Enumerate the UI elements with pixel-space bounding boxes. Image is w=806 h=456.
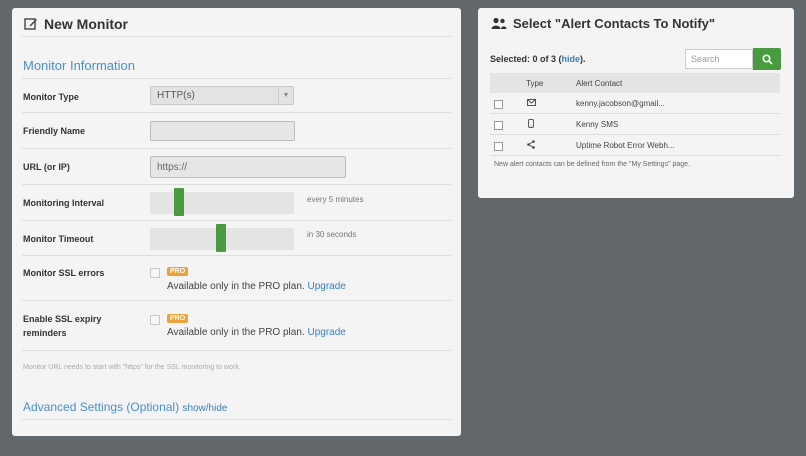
divider (22, 419, 451, 420)
email-icon (527, 99, 536, 106)
alert-contacts-panel: Select "Alert Contacts To Notify" Select… (478, 8, 794, 198)
ssl-expiry-label-line2: reminders (23, 328, 67, 338)
users-icon (491, 17, 507, 29)
contact-checkbox[interactable] (494, 142, 503, 151)
monitor-timeout-label: Monitor Timeout (23, 234, 94, 244)
footer-note: New alert contacts can be defined from t… (494, 161, 691, 168)
monitoring-interval-label: Monitoring Interval (23, 198, 104, 208)
friendly-name-label: Friendly Name (23, 126, 86, 136)
contact-name: Uptime Robot Error Webh... (576, 141, 675, 150)
slider-handle[interactable] (174, 188, 184, 216)
alert-contacts-title-text: Select "Alert Contacts To Notify" (513, 16, 716, 31)
panel-title: New Monitor (24, 16, 128, 32)
monitor-timeout-slider[interactable] (150, 224, 294, 252)
selected-prefix: Selected: 0 of 3 ( (490, 54, 562, 64)
upgrade-link[interactable]: Upgrade (307, 327, 345, 338)
alert-contacts-title: Select "Alert Contacts To Notify" (491, 16, 715, 31)
divider (22, 350, 451, 351)
table-row[interactable]: Kenny SMS (490, 114, 780, 135)
show-hide-link[interactable]: show/hide (182, 403, 227, 414)
section-title: Monitor Information (23, 58, 135, 73)
alert-contacts-table: Type Alert Contact kenny.jacobson@gmail.… (490, 73, 780, 156)
divider (22, 300, 451, 301)
monitor-type-value: HTTP(s) (157, 90, 195, 101)
contact-checkbox[interactable] (494, 100, 503, 109)
ssl-errors-availability: Available only in the PRO plan. Upgrade (167, 281, 346, 292)
hide-link[interactable]: hide (562, 54, 581, 64)
table-row[interactable]: kenny.jacobson@gmail... (490, 93, 780, 114)
mobile-icon (528, 119, 534, 128)
divider (22, 184, 451, 185)
divider (22, 112, 451, 113)
chevron-down-icon: ▼ (278, 87, 293, 104)
divider (22, 36, 451, 37)
divider (22, 148, 451, 149)
selected-suffix: ). (580, 54, 586, 64)
column-contact: Alert Contact (576, 79, 623, 88)
ssl-errors-label: Monitor SSL errors (23, 268, 105, 278)
search-icon (761, 53, 773, 65)
ssl-expiry-availability: Available only in the PRO plan. Upgrade (167, 327, 346, 338)
ssl-expiry-label: Enable SSL expiry reminders (23, 312, 101, 340)
contact-checkbox[interactable] (494, 121, 503, 130)
new-monitor-panel: New Monitor Monitor Information Monitor … (12, 8, 461, 436)
divider (22, 78, 451, 79)
selected-count: Selected: 0 of 3 (hide). (490, 54, 586, 64)
ssl-expiry-label-line1: Enable SSL expiry (23, 314, 102, 324)
contact-name: Kenny SMS (576, 120, 619, 129)
search-input[interactable]: Search (685, 49, 753, 69)
slider-handle[interactable] (216, 224, 226, 252)
friendly-name-input[interactable] (150, 121, 295, 141)
interval-note: every 5 minutes (307, 195, 364, 204)
advanced-settings: Advanced Settings (Optional) show/hide (23, 400, 227, 414)
search-button[interactable] (753, 48, 781, 70)
column-type: Type (526, 79, 544, 88)
share-icon (527, 140, 535, 149)
divider (22, 255, 451, 256)
edit-icon (24, 18, 37, 30)
divider (22, 220, 451, 221)
availability-text: Available only in the PRO plan. (167, 281, 305, 292)
contact-name: kenny.jacobson@gmail... (576, 99, 665, 108)
monitor-type-select[interactable]: HTTP(s) ▼ (150, 86, 294, 105)
upgrade-link[interactable]: Upgrade (307, 281, 345, 292)
monitoring-interval-slider[interactable] (150, 188, 294, 216)
advanced-settings-title: Advanced Settings (Optional) (23, 400, 180, 414)
panel-title-text: New Monitor (44, 16, 128, 32)
availability-text: Available only in the PRO plan. (167, 327, 305, 338)
table-header: Type Alert Contact (490, 73, 780, 93)
pro-badge: PRO (167, 267, 189, 276)
ssl-expiry-checkbox[interactable] (150, 315, 160, 325)
table-row[interactable]: Uptime Robot Error Webh... (490, 135, 780, 156)
ssl-errors-checkbox[interactable] (150, 268, 160, 278)
pro-badge: PRO (167, 314, 189, 323)
monitor-type-label: Monitor Type (23, 92, 79, 102)
timeout-note: in 30 seconds (307, 230, 357, 239)
url-label: URL (or IP) (23, 162, 70, 172)
url-input[interactable]: https:// (150, 156, 346, 178)
ssl-note: Monitor URL needs to start with "https" … (23, 364, 241, 371)
